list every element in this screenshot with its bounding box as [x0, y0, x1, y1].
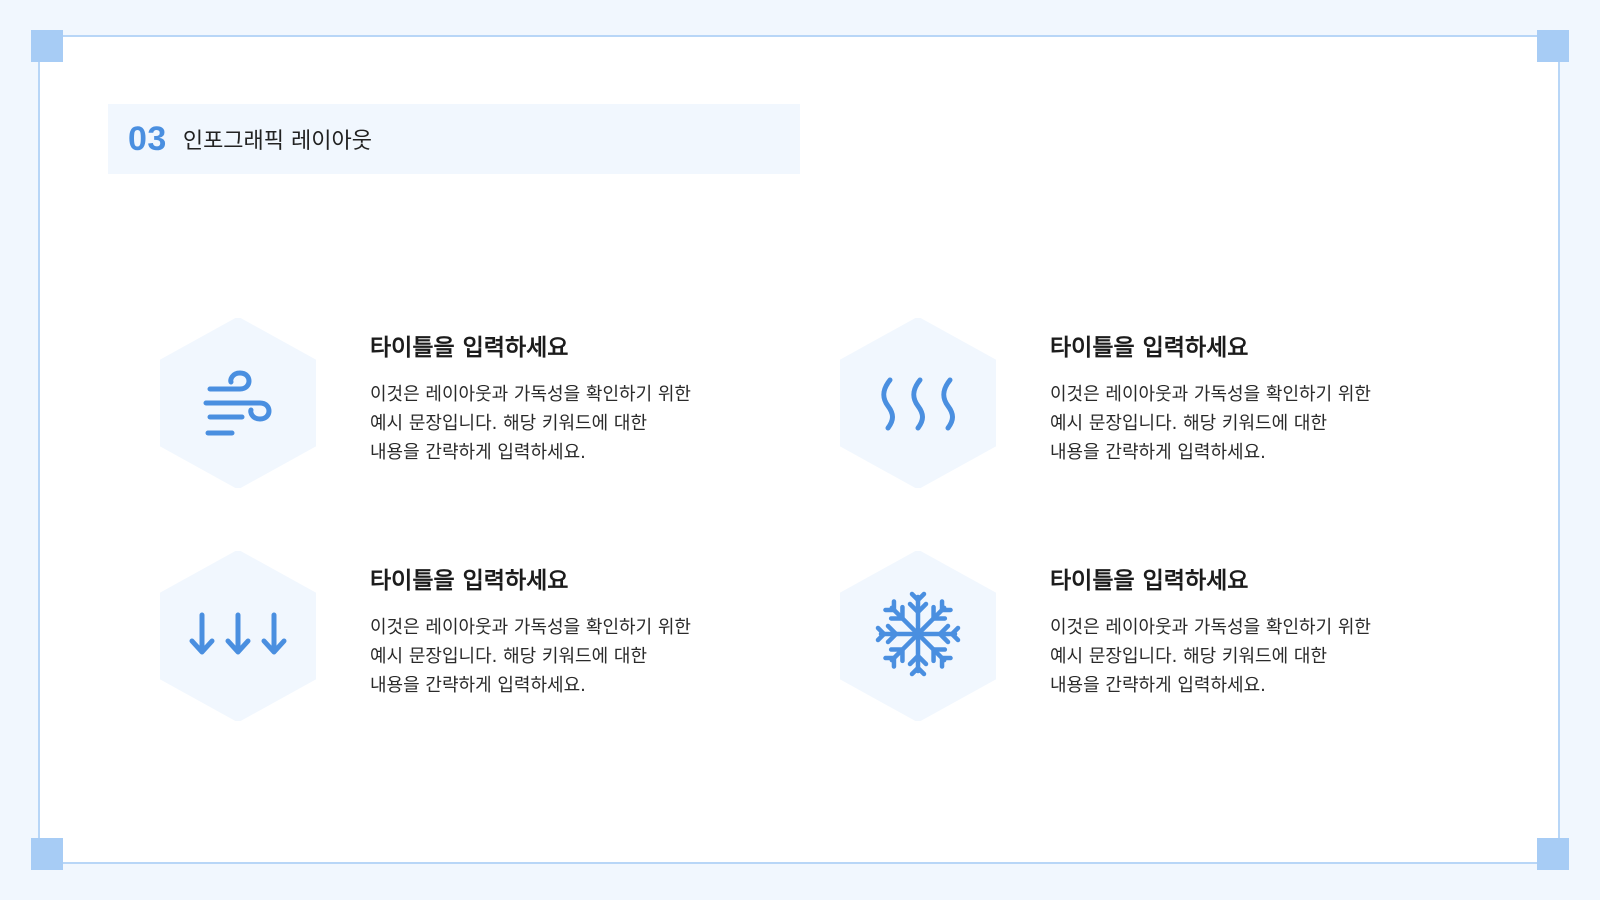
- card-description-line: 내용을 간략하게 입력하세요.: [1050, 442, 1266, 463]
- section-header: 03 인포그래픽 레이아웃: [108, 104, 800, 174]
- slide: 03 인포그래픽 레이아웃 타이틀을 입력하세요 이것은 레이아웃과 가독성을 …: [0, 0, 1600, 900]
- card-description-line: 이것은 레이아웃과 가독성을 확인하기 위한: [370, 617, 691, 638]
- info-card-4: 타이틀을 입력하세요 이것은 레이아웃과 가독성을 확인하기 위한 예시 문장입…: [840, 551, 1460, 731]
- card-description-line: 내용을 간략하게 입력하세요.: [370, 442, 586, 463]
- down-arrows-icon: [160, 551, 316, 721]
- card-description-line: 예시 문장입니다. 해당 키워드에 대한: [1050, 646, 1328, 667]
- card-description-line: 내용을 간략하게 입력하세요.: [1050, 675, 1266, 696]
- info-card-2: 타이틀을 입력하세요 이것은 레이아웃과 가독성을 확인하기 위한 예시 문장입…: [840, 318, 1460, 498]
- card-description-line: 예시 문장입니다. 해당 키워드에 대한: [1050, 413, 1328, 434]
- card-description-line: 내용을 간략하게 입력하세요.: [370, 675, 586, 696]
- card-title: 타이틀을 입력하세요: [370, 568, 569, 594]
- wind-icon: [160, 318, 316, 488]
- card-title: 타이틀을 입력하세요: [370, 335, 569, 361]
- card-description-line: 예시 문장입니다. 해당 키워드에 대한: [370, 413, 648, 434]
- card-title: 타이틀을 입력하세요: [1050, 335, 1249, 361]
- card-description: 이것은 레이아웃과 가독성을 확인하기 위한 예시 문장입니다. 해당 키워드에…: [370, 380, 770, 467]
- card-description-line: 예시 문장입니다. 해당 키워드에 대한: [370, 646, 648, 667]
- card-description: 이것은 레이아웃과 가독성을 확인하기 위한 예시 문장입니다. 해당 키워드에…: [1050, 380, 1450, 467]
- corner-marker-top-left: [31, 30, 63, 62]
- card-description-line: 이것은 레이아웃과 가독성을 확인하기 위한: [370, 384, 691, 405]
- info-card-3: 타이틀을 입력하세요 이것은 레이아웃과 가독성을 확인하기 위한 예시 문장입…: [160, 551, 780, 731]
- card-description-line: 이것은 레이아웃과 가독성을 확인하기 위한: [1050, 384, 1371, 405]
- corner-marker-top-right: [1537, 30, 1569, 62]
- section-title: 인포그래픽 레이아웃: [182, 129, 372, 154]
- card-description: 이것은 레이아웃과 가독성을 확인하기 위한 예시 문장입니다. 해당 키워드에…: [370, 613, 770, 700]
- card-description: 이것은 레이아웃과 가독성을 확인하기 위한 예시 문장입니다. 해당 키워드에…: [1050, 613, 1450, 700]
- card-title: 타이틀을 입력하세요: [1050, 568, 1249, 594]
- heat-waves-icon: [840, 318, 996, 488]
- corner-marker-bottom-right: [1537, 838, 1569, 870]
- snowflake-icon: [840, 551, 996, 721]
- section-number: 03: [128, 119, 167, 158]
- info-card-1: 타이틀을 입력하세요 이것은 레이아웃과 가독성을 확인하기 위한 예시 문장입…: [160, 318, 780, 498]
- card-description-line: 이것은 레이아웃과 가독성을 확인하기 위한: [1050, 617, 1371, 638]
- corner-marker-bottom-left: [31, 838, 63, 870]
